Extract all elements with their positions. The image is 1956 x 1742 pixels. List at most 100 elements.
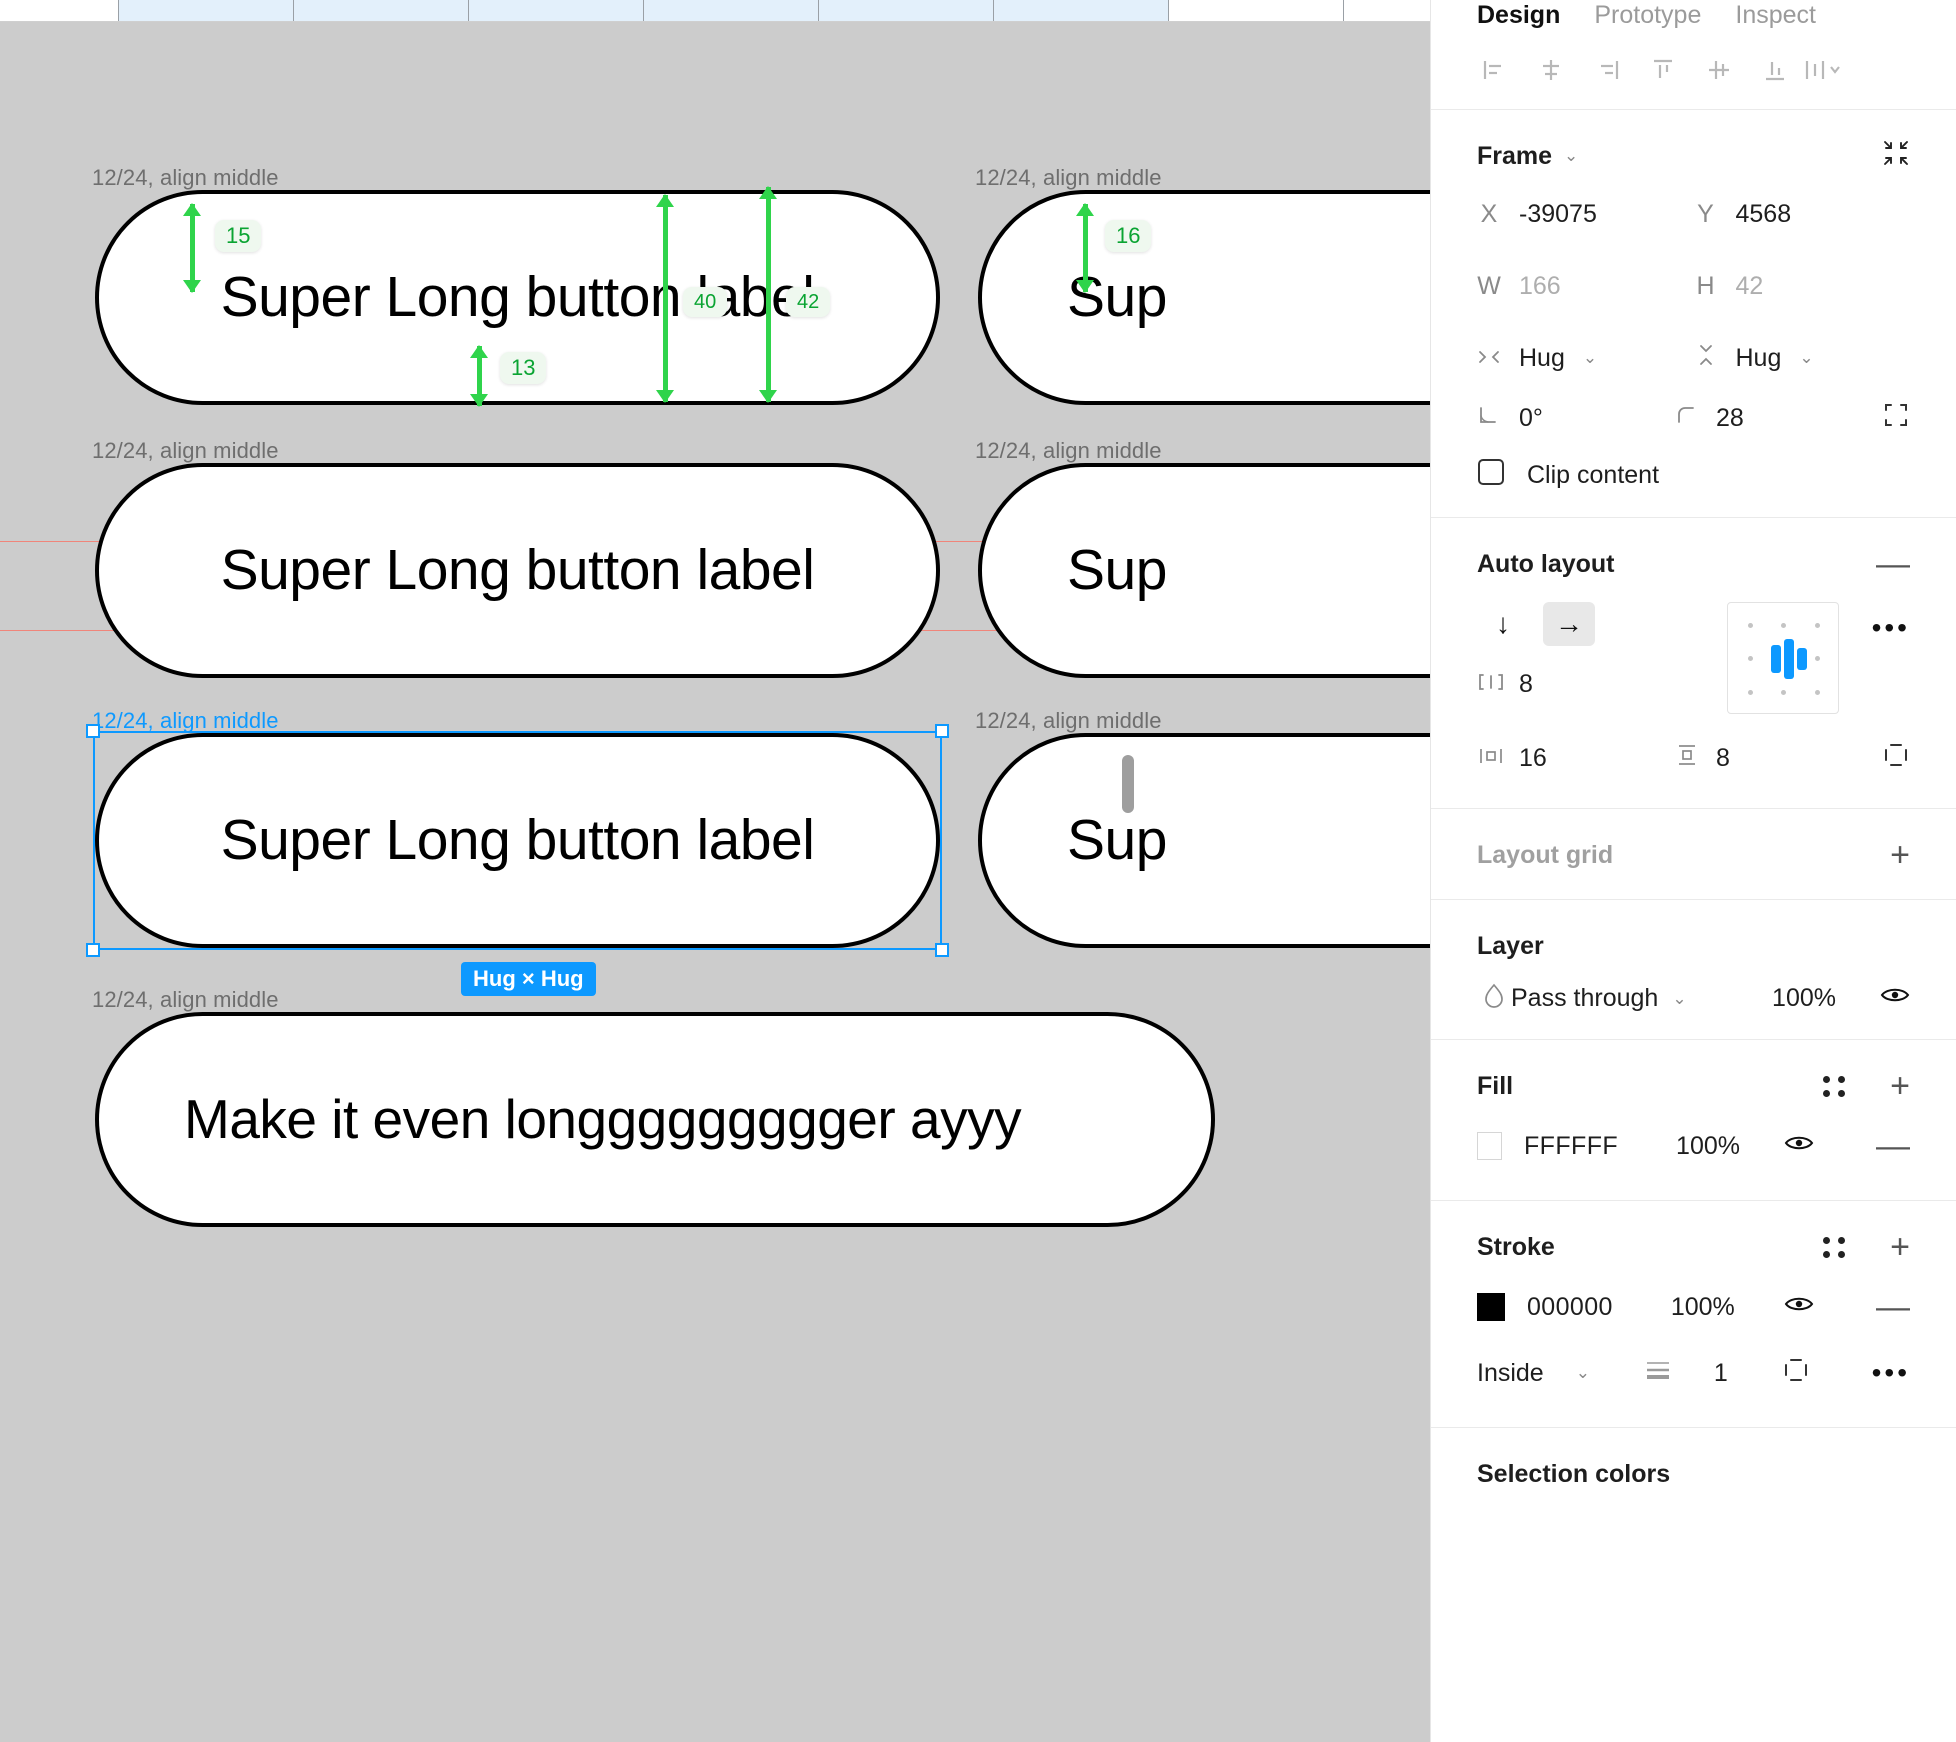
button-frame-3[interactable]: Super Long button label — [95, 733, 940, 948]
chevron-down-icon[interactable]: ⌄ — [1799, 348, 1813, 368]
button-frame-r1[interactable]: Sup — [978, 190, 1430, 405]
direction-horizontal-button[interactable]: → — [1543, 602, 1595, 646]
direction-vertical-button[interactable]: ↓ — [1477, 602, 1529, 646]
button-frame-4[interactable]: Make it even longgggggggger ayyy — [95, 1012, 1215, 1227]
remove-fill-button[interactable]: — — [1876, 1129, 1910, 1163]
tab-prototype[interactable]: Prototype — [1594, 1, 1701, 30]
chevron-down-icon[interactable]: ⌄ — [1672, 989, 1686, 1009]
fill-hex-value[interactable]: FFFFFF — [1524, 1132, 1618, 1161]
selection-handle-top-right[interactable] — [935, 724, 949, 738]
stroke-title: Stroke — [1477, 1232, 1555, 1261]
layer-title: Layer — [1477, 931, 1544, 960]
fill-color-swatch[interactable] — [1477, 1132, 1503, 1160]
button-label-r3: Sup — [1067, 808, 1167, 872]
add-layout-grid-button[interactable]: + — [1890, 838, 1910, 872]
auto-layout-alignment-pad[interactable] — [1727, 602, 1839, 714]
align-vertical-center-icon[interactable] — [1691, 45, 1747, 95]
button-frame-r3[interactable]: Sup — [978, 733, 1430, 948]
remove-auto-layout-button[interactable]: — — [1876, 547, 1910, 581]
align-horizontal-center-icon[interactable] — [1523, 45, 1579, 95]
stroke-styles-icon[interactable] — [1823, 1236, 1846, 1258]
layer-opacity-value[interactable]: 100% — [1772, 984, 1836, 1013]
stroke-weight-value[interactable]: 1 — [1714, 1359, 1728, 1388]
button-frame-r2[interactable]: Sup — [978, 463, 1430, 678]
auto-layout-more-button[interactable]: ••• — [1872, 612, 1910, 644]
figma-window: 12/24, align middle Super Long button la… — [0, 0, 1956, 1742]
advanced-stroke-icon[interactable] — [1782, 1356, 1810, 1391]
stroke-item-row: 000000 100% — — [1477, 1277, 1910, 1337]
tab-inspect[interactable]: Inspect — [1735, 1, 1816, 30]
align-top-icon[interactable] — [1635, 45, 1691, 95]
row-label-r1: 12/24, align middle — [975, 165, 1162, 190]
add-stroke-button[interactable]: + — [1890, 1230, 1910, 1264]
canvas-ruler[interactable] — [0, 0, 1430, 22]
properties-panel: Design Prototype Inspect Frame ⌄ X -3907… — [1430, 0, 1956, 1742]
layer-visibility-icon[interactable] — [1880, 984, 1910, 1013]
align-right-icon[interactable] — [1579, 45, 1635, 95]
measure-badge-13: 13 — [500, 352, 547, 384]
design-canvas[interactable]: 12/24, align middle Super Long button la… — [0, 22, 1430, 1742]
align-left-icon[interactable] — [1467, 45, 1523, 95]
stroke-opacity-value[interactable]: 100% — [1671, 1293, 1735, 1322]
h-field[interactable]: H 42 — [1694, 260, 1911, 312]
horizontal-padding-field[interactable]: 16 — [1477, 732, 1674, 784]
resize-to-fit-icon[interactable] — [1882, 139, 1910, 174]
gap-field[interactable]: 8 — [1477, 658, 1727, 710]
stroke-more-button[interactable]: ••• — [1872, 1357, 1910, 1389]
add-fill-button[interactable]: + — [1890, 1069, 1910, 1103]
alignment-toolbar — [1431, 30, 1956, 110]
fill-item-row: FFFFFF 100% — — [1477, 1116, 1910, 1176]
row-label-3: 12/24, align middle — [92, 708, 279, 733]
individual-padding-icon[interactable] — [1882, 741, 1910, 776]
vertical-resizing-field[interactable]: Hug ⌄ — [1694, 332, 1911, 384]
layer-section: Layer Pass through ⌄ 100% — [1431, 900, 1956, 1040]
selection-colors-title: Selection colors — [1477, 1459, 1671, 1488]
fill-opacity-value[interactable]: 100% — [1676, 1132, 1740, 1161]
fill-visibility-icon[interactable] — [1784, 1132, 1814, 1161]
selection-handle-top-left[interactable] — [86, 724, 100, 738]
y-field[interactable]: Y 4568 — [1694, 188, 1911, 240]
vertical-padding-field[interactable]: 8 — [1674, 732, 1864, 784]
button-label-r2: Sup — [1067, 538, 1167, 602]
w-field[interactable]: W 166 — [1477, 260, 1694, 312]
tab-design[interactable]: Design — [1477, 1, 1560, 30]
fill-styles-icon[interactable] — [1823, 1075, 1846, 1097]
stroke-hex-value[interactable]: 000000 — [1527, 1293, 1613, 1322]
blend-mode-icon — [1477, 982, 1511, 1015]
gap-icon — [1477, 670, 1503, 699]
selection-handle-bottom-left[interactable] — [86, 943, 100, 957]
horizontal-resizing-field[interactable]: Hug ⌄ — [1477, 332, 1694, 384]
button-frame-2[interactable]: Super Long button label — [95, 463, 940, 678]
auto-layout-title: Auto layout — [1477, 549, 1615, 578]
chevron-down-icon[interactable]: ⌄ — [1564, 146, 1578, 166]
w-label: W — [1477, 271, 1501, 300]
y-value: 4568 — [1735, 199, 1792, 228]
h-value: 42 — [1735, 271, 1764, 300]
button-label-2: Super Long button label — [220, 538, 815, 602]
stroke-options-row: Inside ⌄ 1 ••• — [1477, 1343, 1910, 1403]
vertical-padding-value: 8 — [1716, 743, 1730, 772]
stroke-color-swatch[interactable] — [1477, 1293, 1505, 1321]
frame-section-title: Frame — [1477, 141, 1553, 170]
measure-badge-42: 42 — [786, 287, 831, 317]
distribute-more-icon[interactable] — [1803, 45, 1843, 95]
horizontal-resizing-value: Hug — [1519, 343, 1565, 372]
canvas-scrollbar-thumb[interactable] — [1122, 755, 1134, 813]
chevron-down-icon[interactable]: ⌄ — [1576, 1363, 1590, 1383]
remove-stroke-button[interactable]: — — [1876, 1290, 1910, 1324]
independent-corners-icon[interactable] — [1882, 401, 1910, 436]
stroke-section: Stroke + 000000 100% — Inside ⌄ 1 ••• — [1431, 1201, 1956, 1428]
stroke-position-value[interactable]: Inside — [1477, 1359, 1544, 1388]
corner-radius-icon — [1674, 404, 1698, 433]
selection-handle-bottom-right[interactable] — [935, 943, 949, 957]
rotation-field[interactable]: 0° — [1477, 392, 1674, 444]
align-bottom-icon[interactable] — [1747, 45, 1803, 95]
x-field[interactable]: X -39075 — [1477, 188, 1694, 240]
chevron-down-icon[interactable]: ⌄ — [1583, 348, 1597, 368]
clip-content-checkbox[interactable] — [1477, 458, 1505, 493]
stroke-visibility-icon[interactable] — [1784, 1293, 1814, 1322]
corner-radius-field[interactable]: 28 — [1674, 392, 1864, 444]
corner-radius-value: 28 — [1716, 403, 1744, 432]
w-value: 166 — [1519, 271, 1561, 300]
horizontal-padding-icon — [1477, 744, 1502, 773]
